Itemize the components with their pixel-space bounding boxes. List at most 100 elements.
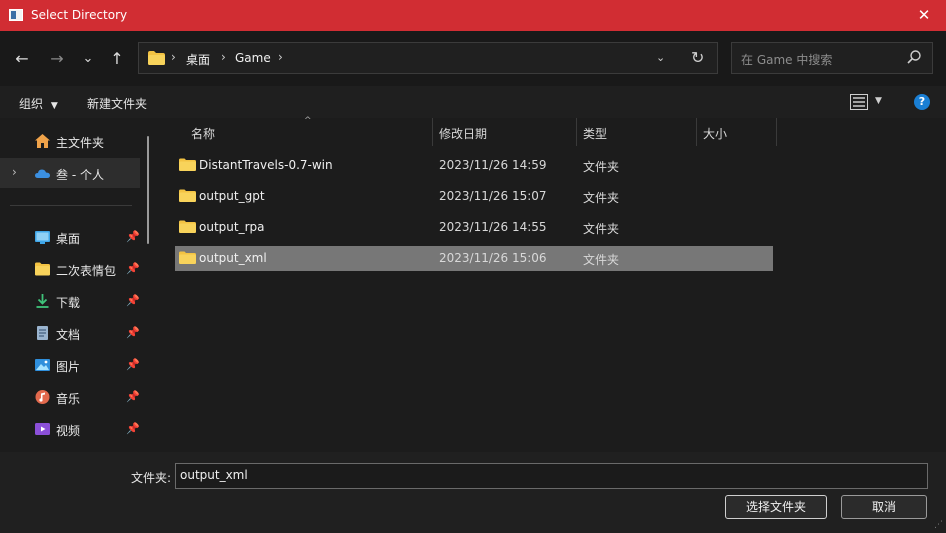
refresh-icon[interactable]: ↻: [691, 48, 704, 67]
desktop-icon: [35, 231, 50, 244]
sidebar-item-label: 桌面: [56, 232, 81, 246]
file-date: 2023/11/26 14:55: [439, 220, 547, 234]
folder-icon: [179, 251, 196, 264]
sidebar-item-label: 文档: [56, 328, 81, 342]
app-window-icon: [9, 9, 23, 21]
arrow-up-icon: ↑: [110, 48, 124, 68]
sidebar-item-desktop[interactable]: 桌面 📌: [0, 222, 140, 252]
folder-name-input[interactable]: output_xml: [175, 463, 928, 489]
onedrive-cloud-icon: [35, 169, 50, 178]
file-type: 文件夹: [583, 253, 620, 267]
folder-icon: [35, 262, 50, 276]
up-button[interactable]: ↑: [105, 45, 129, 71]
close-icon: ✕: [917, 6, 931, 24]
breadcrumb-item-game[interactable]: Game: [235, 51, 271, 65]
file-date: 2023/11/26 15:07: [439, 189, 547, 203]
file-type: 文件夹: [583, 160, 620, 174]
sidebar-item-music[interactable]: 音乐 📌: [0, 382, 140, 412]
select-folder-button[interactable]: 选择文件夹: [725, 495, 827, 519]
file-row[interactable]: DistantTravels-0.7-win 2023/11/26 14:59 …: [175, 153, 773, 178]
sidebar-item-videos[interactable]: 视频 📌: [0, 414, 140, 444]
arrow-right-icon: →: [50, 48, 64, 68]
search-box[interactable]: 在 Game 中搜索: [731, 42, 933, 74]
home-icon: [35, 134, 50, 148]
sidebar-item-pictures[interactable]: 图片 📌: [0, 350, 140, 380]
column-header-type[interactable]: 类型: [583, 125, 607, 142]
pin-icon[interactable]: 📌: [126, 294, 140, 307]
pin-icon[interactable]: 📌: [126, 422, 140, 435]
folder-icon: [148, 51, 165, 65]
column-header-date[interactable]: 修改日期: [439, 125, 487, 142]
document-icon: [37, 326, 48, 340]
file-list: ^ 名称 修改日期 类型 大小 DistantTravels-0.7-win 2…: [160, 116, 946, 452]
organize-label: 组织: [19, 97, 44, 111]
address-bar[interactable]: › 桌面 › Game › ⌄ ↻: [138, 42, 718, 74]
file-name: output_rpa: [199, 220, 265, 234]
sidebar-item-emoji-folder[interactable]: 二次表情包 📌: [0, 254, 140, 284]
pin-icon[interactable]: 📌: [126, 262, 140, 275]
sort-ascending-icon: ^: [304, 116, 312, 126]
file-name: output_gpt: [199, 189, 265, 203]
sidebar-item-label: 图片: [56, 360, 81, 374]
sidebar-item-documents[interactable]: 文档 📌: [0, 318, 140, 348]
breadcrumb-item-desktop[interactable]: 桌面: [186, 51, 210, 68]
file-type: 文件夹: [583, 222, 620, 236]
sidebar-item-label: 下载: [56, 296, 81, 310]
file-name: output_xml: [199, 251, 267, 265]
cancel-button[interactable]: 取消: [841, 495, 927, 519]
file-row-selected[interactable]: output_xml 2023/11/26 15:06 文件夹: [175, 246, 773, 271]
folder-icon: [179, 158, 196, 171]
sidebar-item-onedrive[interactable]: › 叁 - 个人: [0, 158, 140, 188]
organize-menu-button[interactable]: 组织 ▼: [19, 95, 58, 112]
pin-icon[interactable]: 📌: [126, 230, 140, 243]
column-header-size[interactable]: 大小: [703, 125, 727, 142]
file-row[interactable]: output_gpt 2023/11/26 15:07 文件夹: [175, 184, 773, 209]
column-divider[interactable]: [696, 118, 697, 146]
help-icon[interactable]: ?: [914, 94, 930, 110]
pin-icon[interactable]: 📌: [126, 326, 140, 339]
breadcrumb-separator-icon[interactable]: ›: [278, 50, 283, 64]
view-options-icon[interactable]: [850, 94, 868, 110]
column-divider[interactable]: [776, 118, 777, 146]
pin-icon[interactable]: 📌: [126, 358, 140, 371]
sidebar-item-label: 音乐: [56, 392, 81, 406]
pin-icon[interactable]: 📌: [126, 390, 140, 403]
pictures-icon: [35, 359, 50, 371]
download-icon: [36, 294, 49, 308]
column-divider[interactable]: [576, 118, 577, 146]
sidebar-item-home[interactable]: 主文件夹: [0, 126, 140, 156]
column-header-name[interactable]: 名称: [191, 125, 215, 142]
recent-locations-button[interactable]: ⌄: [76, 45, 100, 71]
folder-icon: [179, 220, 196, 233]
command-bar: 组织 ▼ 新建文件夹 ▼ ?: [0, 86, 946, 118]
sidebar-item-label: 叁 - 个人: [56, 168, 104, 182]
file-date: 2023/11/26 15:06: [439, 251, 547, 265]
window-title: Select Directory: [31, 8, 128, 22]
address-history-chevron-icon[interactable]: ⌄: [656, 51, 665, 64]
breadcrumb-separator-icon: ›: [171, 50, 176, 64]
forward-button[interactable]: →: [45, 45, 69, 71]
file-row[interactable]: output_rpa 2023/11/26 14:55 文件夹: [175, 215, 773, 240]
expand-chevron-icon[interactable]: ›: [12, 165, 17, 179]
music-icon: [35, 390, 50, 404]
back-button[interactable]: ←: [10, 45, 34, 71]
file-date: 2023/11/26 14:59: [439, 158, 547, 172]
view-caret-down-icon[interactable]: ▼: [875, 96, 882, 106]
title-bar: Select Directory ✕: [0, 0, 946, 31]
close-window-button[interactable]: ✕: [908, 0, 940, 31]
search-icon: [907, 50, 921, 64]
sidebar-scrollbar[interactable]: [147, 136, 149, 244]
caret-down-icon: ▼: [50, 101, 58, 111]
new-folder-button[interactable]: 新建文件夹: [87, 95, 147, 112]
arrow-left-icon: ←: [15, 48, 29, 68]
search-placeholder: 在 Game 中搜索: [741, 53, 833, 67]
column-divider[interactable]: [432, 118, 433, 146]
folder-icon: [179, 189, 196, 202]
sidebar-item-downloads[interactable]: 下载 📌: [0, 286, 140, 316]
sidebar-divider: [10, 205, 132, 206]
chevron-down-icon: ⌄: [82, 50, 94, 66]
sidebar-item-label: 主文件夹: [56, 136, 105, 150]
file-name: DistantTravels-0.7-win: [199, 158, 333, 172]
folder-field-label: 文件夹:: [131, 471, 172, 485]
resize-grip-icon[interactable]: ⋰: [934, 520, 943, 530]
